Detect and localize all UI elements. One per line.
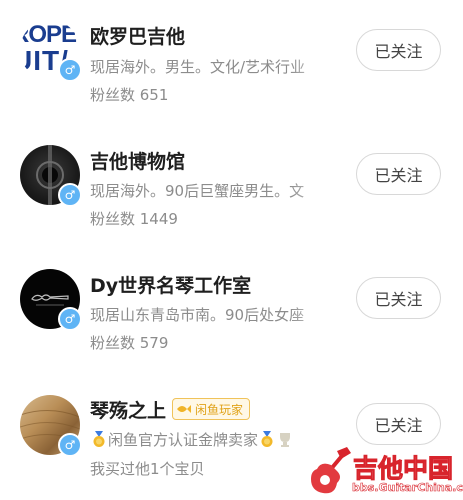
user-name[interactable]: Dy世界名琴工作室 bbox=[90, 271, 251, 298]
avatar[interactable]: ROPE UIT/ ♂ bbox=[20, 20, 82, 82]
avatar[interactable]: ♂ bbox=[20, 269, 82, 331]
watermark-url: bbs.GuitarChina.com bbox=[352, 481, 463, 495]
followed-button[interactable]: 已关注 bbox=[356, 153, 441, 195]
badge-label: 闲鱼玩家 bbox=[195, 402, 244, 417]
followed-button[interactable]: 已关注 bbox=[356, 29, 441, 71]
user-description: 现居海外。90后巨蟹座男生。文 bbox=[90, 182, 305, 200]
list-item[interactable]: ROPE UIT/ ♂ 欧罗巴吉他 现居海外。男生。文化/艺术行业 粉丝数 65… bbox=[0, 0, 463, 124]
avatar[interactable]: ♂ bbox=[20, 145, 82, 207]
male-icon: ♂ bbox=[58, 58, 82, 82]
male-icon: ♂ bbox=[58, 433, 82, 457]
user-name[interactable]: 欧罗巴吉他 bbox=[90, 22, 185, 49]
list-item[interactable]: ♂ Dy世界名琴工作室 现居山东青岛市南。90后处女座 粉丝数 579 已关注 bbox=[0, 248, 463, 372]
fans-count: 粉丝数 651 bbox=[90, 86, 169, 104]
followed-button[interactable]: 已关注 bbox=[356, 277, 441, 319]
followed-button[interactable]: 已关注 bbox=[356, 403, 441, 445]
list-item[interactable]: ♂ 吉他博物馆 现居海外。90后巨蟹座男生。文 粉丝数 1449 已关注 bbox=[0, 124, 463, 248]
trophy-icon bbox=[278, 431, 292, 448]
gold-medal-icon bbox=[92, 431, 106, 448]
gold-medal-icon bbox=[260, 431, 274, 448]
user-description: 现居山东青岛市南。90后处女座 bbox=[90, 306, 305, 324]
following-list: ROPE UIT/ ♂ 欧罗巴吉他 现居海外。男生。文化/艺术行业 粉丝数 65… bbox=[0, 0, 463, 500]
watermark-title: 吉他中国 bbox=[352, 454, 454, 484]
avatar[interactable]: ♂ bbox=[20, 395, 82, 457]
purchase-history: 我买过他1个宝贝 bbox=[90, 460, 205, 478]
user-description: 现居海外。男生。文化/艺术行业 bbox=[90, 58, 306, 76]
seller-certification: 闲鱼官方认证金牌卖家 bbox=[108, 431, 259, 449]
xianyu-player-badge: 闲鱼玩家 bbox=[172, 398, 251, 420]
male-icon: ♂ bbox=[58, 307, 82, 331]
fans-count: 粉丝数 579 bbox=[90, 334, 169, 352]
fish-icon bbox=[177, 405, 191, 413]
fans-count: 粉丝数 1449 bbox=[90, 210, 178, 228]
guitar-logo-icon bbox=[311, 447, 351, 494]
user-name[interactable]: 琴殇之上 bbox=[90, 396, 166, 423]
user-name[interactable]: 吉他博物馆 bbox=[90, 147, 185, 174]
user-description: 闲鱼官方认证金牌卖家 bbox=[90, 429, 340, 450]
watermark: 吉他中国 bbs.GuitarChina.com bbox=[305, 445, 463, 500]
male-icon: ♂ bbox=[58, 183, 82, 207]
